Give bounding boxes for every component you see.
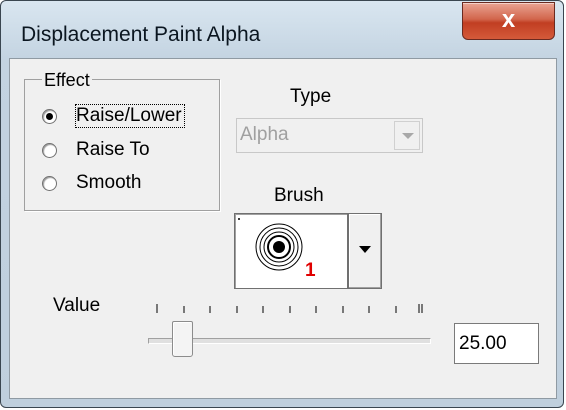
radio-raise-lower[interactable]: Raise/Lower: [42, 104, 217, 129]
radio-unselected-icon: [42, 176, 57, 191]
value-slider-thumb[interactable]: [172, 321, 193, 357]
type-dropdown-value: Alpha: [240, 124, 289, 145]
brush-circles-icon: [238, 218, 303, 271]
brush-dropdown-button[interactable]: [348, 213, 382, 289]
type-dropdown[interactable]: Alpha: [236, 118, 423, 153]
radio-label: Smooth: [76, 172, 142, 193]
window-title: Displacement Paint Alpha: [21, 23, 261, 46]
close-button[interactable]: x: [462, 2, 555, 40]
radio-label: Raise/Lower: [75, 104, 185, 128]
brush-number: 1: [305, 260, 316, 281]
dialog-window: Displacement Paint Alpha x Effect Raise/…: [0, 0, 564, 408]
dialog-client-area: Effect Raise/Lower Raise To Smooth Type …: [9, 58, 557, 399]
brush-label: Brush: [274, 185, 324, 206]
close-icon: x: [501, 6, 516, 33]
effect-legend: Effect: [42, 70, 92, 91]
radio-selected-icon: [42, 109, 57, 124]
radio-label: Raise To: [76, 139, 150, 160]
value-input[interactable]: 25.00: [454, 323, 539, 364]
brush-preview[interactable]: 1: [234, 213, 348, 289]
value-label: Value: [53, 295, 101, 316]
radio-raise-to[interactable]: Raise To: [42, 139, 217, 163]
radio-smooth[interactable]: Smooth: [42, 172, 217, 196]
chevron-down-icon[interactable]: [394, 121, 420, 150]
type-label: Type: [290, 86, 332, 107]
radio-unselected-icon: [42, 143, 57, 158]
slider-ticks: [156, 304, 423, 313]
